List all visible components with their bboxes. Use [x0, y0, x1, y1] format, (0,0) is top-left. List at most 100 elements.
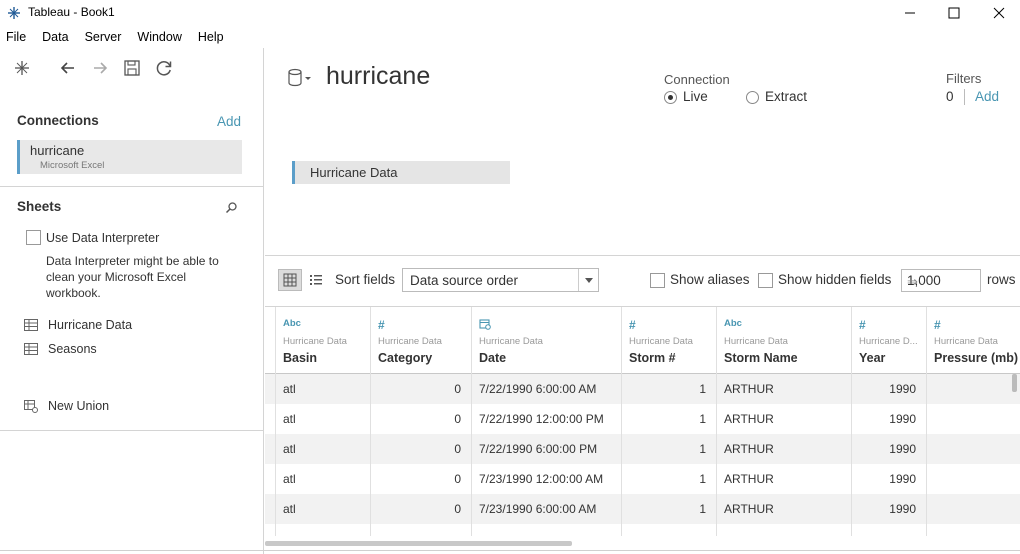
table-row: atl 0 7/23/1990 12:00:00 AM 1 ARTHUR 1990	[265, 464, 1020, 494]
menu-help[interactable]: Help	[192, 28, 230, 48]
live-label: Live	[683, 89, 708, 104]
cell-year: 1990	[889, 442, 916, 456]
menu-window[interactable]: Window	[131, 28, 187, 48]
number-type-icon[interactable]: #	[934, 318, 941, 332]
union-icon	[24, 400, 38, 413]
column-header-pressure-mb[interactable]: # Hurricane Data Pressure (mb)	[926, 307, 1020, 374]
minimize-icon	[905, 12, 915, 14]
start-page-button[interactable]	[10, 56, 34, 80]
cell-category: 0	[454, 442, 461, 456]
cell-basin: atl	[283, 382, 296, 396]
cell-storm: 1	[699, 412, 706, 426]
rows-label: rows	[987, 272, 1016, 287]
cell-storm-name: ARTHUR	[724, 502, 774, 516]
sheet-item-hurricane-data[interactable]: Hurricane Data	[24, 316, 132, 334]
menu-bar: File Data Server Window Help	[0, 28, 234, 48]
column-header-date[interactable]: Hurricane Data Date	[471, 307, 621, 374]
connection-item-hurricane[interactable]: hurricane Microsoft Excel	[17, 140, 242, 174]
cell-storm-name: ARTHUR	[724, 382, 774, 396]
show-aliases-checkbox[interactable]	[650, 273, 665, 288]
new-union-item[interactable]: New Union	[24, 397, 109, 415]
show-aliases-label: Show aliases	[670, 272, 750, 287]
datasource-title[interactable]: hurricane	[326, 62, 430, 91]
add-filter-link[interactable]: Add	[975, 89, 999, 104]
use-interpreter-label: Use Data Interpreter	[46, 231, 160, 245]
arrow-right-icon[interactable]: ⇒	[907, 274, 976, 290]
database-icon[interactable]	[287, 68, 313, 88]
redo-button[interactable]	[88, 56, 112, 80]
number-type-icon[interactable]: #	[378, 318, 385, 332]
cell-year: 1990	[889, 382, 916, 396]
tableau-logo-icon	[15, 61, 29, 75]
cell-storm: 1	[699, 442, 706, 456]
search-icon[interactable]	[225, 201, 238, 214]
cell-date: 7/22/1990 6:00:00 PM	[479, 442, 598, 456]
cell-category: 0	[454, 382, 461, 396]
window-title: Tableau - Book1	[28, 5, 115, 19]
column-source: Hurricane D...	[859, 336, 918, 347]
column-header-storm-name[interactable]: Abc Hurricane Data Storm Name	[716, 307, 851, 374]
sheet-item-seasons[interactable]: Seasons	[24, 340, 97, 358]
add-connection-link[interactable]: Add	[217, 114, 241, 129]
cell-basin: atl	[283, 502, 296, 516]
table-chip-hurricane-data[interactable]: Hurricane Data	[292, 161, 510, 184]
table-icon	[24, 319, 38, 331]
extract-radio[interactable]	[746, 91, 759, 104]
column-name: Basin	[283, 351, 318, 365]
connection-label: Connection	[664, 72, 730, 87]
column-header-storm[interactable]: # Hurricane Data Storm #	[621, 307, 716, 374]
cell-date: 7/23/1990 12:00:00 AM	[479, 472, 604, 486]
maximize-icon	[948, 7, 960, 19]
section-divider	[0, 186, 264, 187]
cell-storm-name: ARTHUR	[724, 412, 774, 426]
cell-basin: atl	[283, 442, 296, 456]
status-bar-divider	[0, 550, 1020, 551]
column-name: Category	[378, 351, 433, 365]
arrow-left-icon	[60, 62, 74, 74]
interpreter-help-text: Data Interpreter might be able to clean …	[46, 254, 219, 300]
cell-year: 1990	[889, 412, 916, 426]
column-header-basin[interactable]: Abc Hurricane Data Basin	[275, 307, 370, 374]
new-union-label: New Union	[48, 399, 110, 413]
menu-file[interactable]: File	[0, 28, 32, 48]
string-type-icon[interactable]: Abc	[724, 318, 742, 329]
menu-data[interactable]: Data	[36, 28, 74, 48]
vertical-scrollbar[interactable]	[1012, 374, 1017, 392]
cell-storm: 1	[699, 472, 706, 486]
menu-server[interactable]: Server	[79, 28, 128, 48]
table-chip-label: Hurricane Data	[310, 165, 398, 180]
rows-input[interactable]: 1,000 ⇒	[901, 269, 981, 292]
use-interpreter-checkbox[interactable]	[26, 230, 41, 245]
connection-type: Microsoft Excel	[40, 160, 105, 171]
date-type-icon[interactable]	[479, 318, 491, 333]
live-radio[interactable]	[664, 91, 677, 104]
column-name: Storm #	[629, 351, 676, 365]
horizontal-scrollbar[interactable]	[265, 541, 572, 546]
refresh-button[interactable]	[152, 56, 176, 80]
number-type-icon[interactable]: #	[629, 318, 636, 332]
refresh-icon	[156, 61, 172, 76]
sort-fields-select[interactable]: Data source order	[402, 268, 599, 292]
show-hidden-fields-checkbox[interactable]	[758, 273, 773, 288]
column-header-year[interactable]: # Hurricane D... Year	[851, 307, 926, 374]
cell-storm-name: ARTHUR	[724, 472, 774, 486]
number-type-icon[interactable]: #	[859, 318, 866, 332]
column-header-category[interactable]: # Hurricane Data Category	[370, 307, 471, 374]
pane-splitter[interactable]	[265, 255, 1020, 256]
title-bar: Tableau - Book1	[0, 0, 1020, 26]
tableau-logo-icon	[8, 7, 20, 19]
cell-basin: atl	[283, 472, 296, 486]
close-button[interactable]	[976, 0, 1020, 26]
save-button[interactable]	[120, 56, 144, 80]
filters-count: 0	[946, 89, 954, 104]
string-type-icon[interactable]: Abc	[283, 318, 301, 329]
list-view-button[interactable]	[304, 269, 328, 291]
grid-view-button[interactable]	[278, 269, 302, 291]
close-icon	[993, 7, 1005, 19]
column-name: Date	[479, 351, 507, 365]
undo-button[interactable]	[56, 56, 80, 80]
data-grid: atl 0 7/22/1990 6:00:00 AM 1 ARTHUR 1990 atl 0 7…	[265, 306, 1020, 536]
cell-category: 0	[454, 472, 461, 486]
minimize-button[interactable]	[887, 0, 933, 26]
maximize-button[interactable]	[931, 0, 977, 26]
